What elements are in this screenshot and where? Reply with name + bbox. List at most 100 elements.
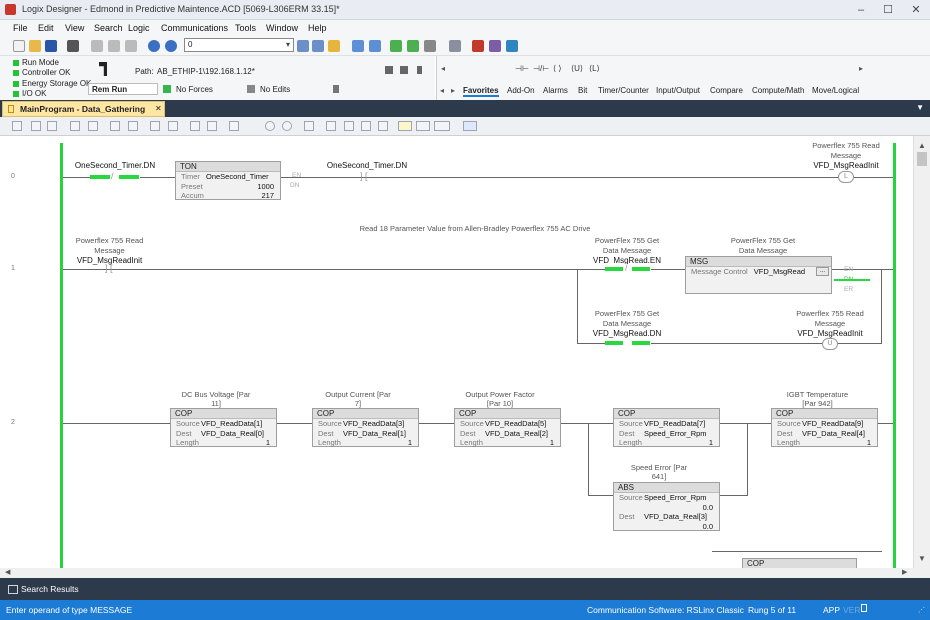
scroll-down-icon[interactable]: ▼	[918, 554, 926, 563]
tab-move-logical[interactable]: Move/Logical	[812, 86, 859, 95]
tab-favorites[interactable]: Favorites	[463, 86, 499, 97]
scroll-up-icon[interactable]: ▲	[918, 141, 926, 150]
rung1-xic-contact[interactable]: ] [	[105, 263, 113, 273]
menu-file[interactable]: File	[13, 23, 28, 33]
palette-right-arrow-icon[interactable]: ▸	[859, 64, 863, 73]
find-icon[interactable]	[328, 40, 340, 52]
cop-instruction-3[interactable]: COP SourceVFD_ReadData[5] Dest VFD_Data_R…	[454, 408, 561, 447]
show-tags-icon[interactable]	[326, 121, 336, 131]
tab-compute-math[interactable]: Compute/Math	[752, 86, 804, 95]
rung0-xio-contact[interactable]: ] [	[360, 171, 368, 181]
tab-input-output[interactable]: Input/Output	[656, 86, 700, 95]
rung-number[interactable]: 2	[11, 419, 15, 426]
scroll-right-icon[interactable]: ▶	[902, 568, 907, 576]
cop-dest-value[interactable]: Speed_Error_Rpm	[644, 429, 707, 438]
quick-view-icon[interactable]	[506, 40, 518, 52]
copy-icon[interactable]	[108, 40, 120, 52]
rung0-xic-contact[interactable]: /	[90, 171, 140, 182]
paste-icon[interactable]	[125, 40, 137, 52]
favorite-otu[interactable]: ⟨U⟩	[571, 64, 583, 73]
favorite-xio[interactable]: ⊣/⊢	[533, 64, 549, 73]
ons-icon[interactable]	[168, 121, 178, 131]
tab-bit[interactable]: Bit	[578, 86, 587, 95]
show-rung-comment-icon[interactable]	[361, 121, 371, 131]
msg-instruction[interactable]: MSG Message Control VFD_MsgRead ...	[685, 256, 832, 294]
save-icon[interactable]	[45, 40, 57, 52]
tab-add-on[interactable]: Add-On	[507, 86, 535, 95]
ladder-editor[interactable]: 0 OneSecond_Timer.DN / TON Timer OneSecon…	[0, 136, 913, 568]
routine-tab-data-gathering[interactable]: MainProgram - Data_Gathering ✕	[2, 101, 165, 117]
zoom-out-icon[interactable]	[282, 121, 292, 131]
cop-source-value[interactable]: VFD_ReadData[1]	[201, 419, 262, 428]
cop-length-value[interactable]: 1	[408, 438, 412, 448]
controller-organizer-icon[interactable]	[472, 40, 484, 52]
forces-value[interactable]: No Forces	[176, 85, 213, 94]
rung0-xic-tag[interactable]: OneSecond_Timer.DN	[70, 161, 160, 170]
trend-icon[interactable]	[416, 121, 430, 131]
find-next-icon[interactable]	[312, 40, 324, 52]
edits-lock-icon[interactable]	[333, 85, 339, 93]
menu-edit[interactable]: Edit	[38, 23, 54, 33]
favorite-otl[interactable]: ⟨L⟩	[589, 64, 600, 73]
close-button[interactable]: ✕	[902, 2, 930, 18]
chevron-down-icon[interactable]: ▾	[286, 39, 290, 51]
favorite-xic[interactable]: ⊣⊢	[515, 64, 529, 73]
menu-logic[interactable]: Logic	[128, 23, 150, 33]
menu-view[interactable]: View	[65, 23, 84, 33]
column-icon[interactable]	[304, 121, 314, 131]
cop-length-value[interactable]: 1	[709, 438, 713, 448]
test-edits-icon[interactable]	[407, 40, 419, 52]
rung-number[interactable]: 0	[11, 173, 15, 180]
verify-icon[interactable]	[352, 40, 364, 52]
undo-icon[interactable]	[148, 40, 160, 52]
cop-source-value[interactable]: VFD_ReadData[3]	[343, 419, 404, 428]
cop-instruction-next[interactable]: COP	[742, 558, 857, 568]
abs-instruction[interactable]: ABS SourceSpeed_Error_Rpm 0.0 Dest VFD_Da…	[613, 482, 720, 531]
favorite-ote[interactable]: ⟨ ⟩	[553, 64, 561, 73]
routine-tab-close-icon[interactable]: ✕	[155, 104, 162, 113]
msg-config-button[interactable]: ...	[816, 267, 829, 276]
ton-instruction[interactable]: TON Timer OneSecond_Timer Preset 1000 Accu…	[175, 161, 281, 200]
find-prev-icon[interactable]	[297, 40, 309, 52]
horizontal-scrollbar[interactable]: ◀ ▶	[0, 568, 930, 578]
menu-communications[interactable]: Communications	[161, 23, 228, 33]
rung1-unl-tag[interactable]: VFD_MsgReadInit	[785, 329, 875, 338]
resize-grip-icon[interactable]: ⋰	[918, 606, 925, 614]
ote-icon[interactable]	[110, 121, 120, 131]
quick-key-icon[interactable]	[463, 121, 477, 131]
scroll-left-icon[interactable]: ◀	[5, 568, 10, 576]
rung0-otl-coil[interactable]: L	[838, 171, 854, 183]
text-format-icon[interactable]	[398, 121, 412, 131]
tab-compare[interactable]: Compare	[710, 86, 743, 95]
ton-accum-value[interactable]: 217	[261, 191, 274, 201]
menu-help[interactable]: Help	[308, 23, 327, 33]
cop-source-value[interactable]: VFD_ReadData[7]	[644, 419, 705, 428]
tabs-left-icon[interactable]: ◂	[440, 86, 444, 95]
cop-dest-value[interactable]: VFD_Data_Real[1]	[343, 429, 406, 438]
cop-dest-value[interactable]: VFD_Data_Real[0]	[201, 429, 264, 438]
tab-alarms[interactable]: Alarms	[543, 86, 568, 95]
palette-left-arrow-icon[interactable]: ◂	[441, 64, 445, 73]
abs-dest-value[interactable]: VFD_Data_Real[3]	[644, 512, 707, 521]
rung1-dn-tag[interactable]: VFD_MsgRead.DN	[582, 329, 672, 338]
rung-number[interactable]: 1	[11, 265, 15, 272]
cop-source-value[interactable]: VFD_ReadData[9]	[802, 419, 863, 428]
cop-dest-value[interactable]: VFD_Data_Real[2]	[485, 429, 548, 438]
tabs-right-icon[interactable]: ▸	[451, 86, 455, 95]
new-file-icon[interactable]	[13, 40, 25, 52]
minimize-button[interactable]: –	[847, 2, 875, 18]
xio-icon[interactable]	[88, 121, 98, 131]
cop-length-value[interactable]: 1	[550, 438, 554, 448]
msg-control-value[interactable]: VFD_MsgRead	[754, 267, 805, 276]
accept-edits-icon[interactable]	[390, 40, 402, 52]
menu-search[interactable]: Search	[94, 23, 123, 33]
menu-window[interactable]: Window	[266, 23, 298, 33]
path-lock-icon[interactable]	[417, 66, 422, 74]
cop-length-value[interactable]: 1	[266, 438, 270, 448]
cop-length-value[interactable]: 1	[867, 438, 871, 448]
mode-box[interactable]: Rem Run	[88, 83, 158, 95]
maximize-button[interactable]: ☐	[874, 2, 902, 18]
osr-icon[interactable]	[190, 121, 200, 131]
rung1-xio-en-contact[interactable]: /	[605, 263, 651, 274]
rung1-xic-dn-contact[interactable]	[605, 338, 651, 348]
